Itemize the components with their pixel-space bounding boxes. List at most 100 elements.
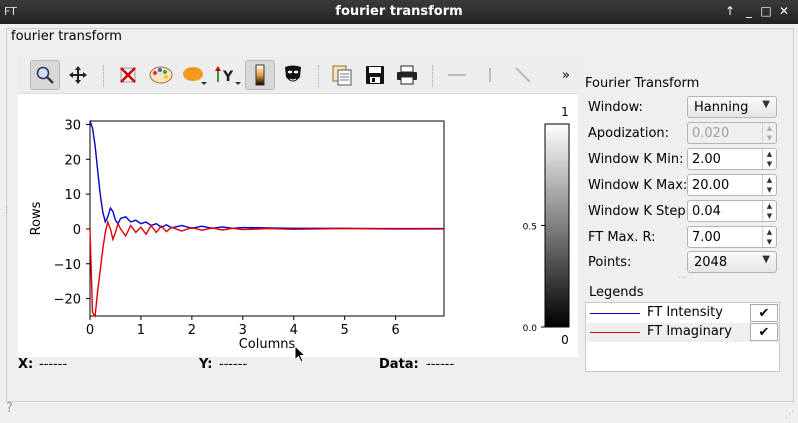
mouse-cursor-icon xyxy=(294,345,306,363)
data-value: ------ xyxy=(426,357,455,372)
points-select-value: 2048 xyxy=(694,255,728,270)
legends-title: Legends xyxy=(589,285,644,300)
window-select[interactable]: Hanning ▼ xyxy=(687,96,777,118)
ft-max-r-label: FT Max. R: xyxy=(588,230,656,245)
y-axis-label: Rows xyxy=(29,201,44,235)
ft-panel-title: Fourier Transform xyxy=(585,76,700,91)
zoom-button[interactable] xyxy=(30,60,60,90)
resize-grip-icon[interactable]: ⋰ xyxy=(785,410,794,420)
colorbar-top-label: 1 xyxy=(561,105,569,119)
x-tick-label: 5 xyxy=(341,323,349,338)
colorbar-button[interactable] xyxy=(245,60,275,90)
x-coord-label: X: xyxy=(18,357,34,372)
toolbar-overflow-button[interactable]: » xyxy=(556,60,576,90)
splitter-handle-horizontal[interactable]: ⋯ xyxy=(678,273,687,282)
legend-item-label: FT Imaginary xyxy=(647,324,732,339)
save-icon xyxy=(366,66,384,84)
copy-icon xyxy=(332,65,352,86)
x-tick-label: 1 xyxy=(137,323,145,338)
pan-icon xyxy=(69,66,87,84)
y-coord-label: Y: xyxy=(199,357,213,372)
x-tick-label: 3 xyxy=(239,323,247,338)
y-tick-label: 0 xyxy=(73,223,81,238)
group-title: fourier transform xyxy=(11,29,122,44)
ft-max-r-value: 7.00 xyxy=(692,230,721,245)
vline-icon xyxy=(489,68,491,82)
line-button[interactable] xyxy=(508,60,538,90)
window-k-step-spinbox[interactable]: 0.04 ▲ ▼ xyxy=(687,200,777,222)
y-axis-icon: Y xyxy=(215,66,241,85)
print-icon xyxy=(397,65,417,85)
toolbar-separator xyxy=(103,65,105,87)
maximize-button[interactable]: □ xyxy=(758,3,774,19)
x-tick-label: 6 xyxy=(391,323,399,338)
help-icon[interactable]: ? xyxy=(6,401,13,416)
vline-button[interactable] xyxy=(475,60,505,90)
y-tick-label: 10 xyxy=(64,188,81,203)
ft-max-r-spinbox[interactable]: 7.00 ▲ ▼ xyxy=(687,226,777,248)
window-k-min-spinbox[interactable]: 2.00 ▲ ▼ xyxy=(687,148,777,170)
legend-line-swatch xyxy=(590,313,640,314)
y-tick-label: −20 xyxy=(54,293,81,308)
y-coord-value: ------ xyxy=(219,357,248,372)
mask-icon xyxy=(285,65,301,82)
plot-area[interactable]: 0 1 2 3 4 5 6 −20 −10 0 10 20 30 Columns Rows 1 0 0.5 0.0 xyxy=(18,94,578,357)
hline-icon xyxy=(448,74,466,76)
window-title: fourier transform xyxy=(335,4,463,19)
plot-toolbar: Y » xyxy=(18,57,578,94)
clear-icon xyxy=(120,67,136,83)
ft-chart[interactable]: 0 1 2 3 4 5 6−20−100102030ColumnsRows100.50.0 xyxy=(18,94,578,357)
window-k-step-value: 0.04 xyxy=(692,204,721,219)
colorbar-tick-label: 0.5 xyxy=(523,223,537,233)
colorbar-bottom-label: 0 xyxy=(561,333,569,347)
copy-button[interactable] xyxy=(327,60,357,90)
palette-button[interactable] xyxy=(146,60,176,90)
spin-arrows-icon[interactable]: ▲ ▼ xyxy=(762,201,776,221)
x-tick-label: 2 xyxy=(188,323,196,338)
x-axis-label: Columns xyxy=(239,337,296,352)
palette-icon xyxy=(149,66,173,84)
y-tick-label: 20 xyxy=(64,153,81,168)
hline-button[interactable] xyxy=(442,60,472,90)
window-k-step-label: Window K Step: xyxy=(588,204,691,219)
legend-visibility-checkbox[interactable]: ✔ xyxy=(750,323,778,341)
window-k-min-value: 2.00 xyxy=(692,152,721,167)
splitter-handle-left[interactable]: ⋮ xyxy=(3,205,11,214)
legend-item-ft-intensity[interactable]: FT Intensity ✔ xyxy=(587,304,779,323)
legend-item-ft-imaginary[interactable]: FT Imaginary ✔ xyxy=(587,323,779,342)
toolbar-separator xyxy=(318,65,320,87)
x-tick-label: 0 xyxy=(86,323,94,338)
window-label: Window: xyxy=(588,100,643,115)
plot-frame xyxy=(89,120,445,317)
save-button[interactable] xyxy=(360,60,390,90)
window-select-value: Hanning xyxy=(694,100,749,115)
minimize-button[interactable]: _ xyxy=(741,3,757,19)
spin-arrows-icon[interactable]: ▲ ▼ xyxy=(762,123,776,143)
apodization-spinbox[interactable]: 0.020 ▲ ▼ xyxy=(687,122,777,144)
data-value-label: Data: xyxy=(379,357,419,372)
legend-visibility-checkbox[interactable]: ✔ xyxy=(750,304,778,322)
mask-button[interactable] xyxy=(278,60,308,90)
pan-button[interactable] xyxy=(63,60,93,90)
y-tick-label: −10 xyxy=(54,258,81,273)
colorbar-icon xyxy=(255,64,265,86)
colorbar xyxy=(544,123,570,328)
marker-button[interactable] xyxy=(179,60,209,90)
spin-arrows-icon[interactable]: ▲ ▼ xyxy=(762,227,776,247)
apodization-label: Apodization: xyxy=(588,126,670,141)
print-button[interactable] xyxy=(392,60,422,90)
spin-arrows-icon[interactable]: ▲ ▼ xyxy=(762,149,776,169)
window-k-max-value: 20.00 xyxy=(692,178,730,193)
title-bar: FT fourier transform ↑ _ □ ✕ xyxy=(0,0,798,24)
y-axis-button[interactable]: Y xyxy=(213,60,243,90)
apodization-value: 0.020 xyxy=(692,126,730,141)
colorbar-tick-label: 0.0 xyxy=(523,324,538,334)
close-button[interactable]: ✕ xyxy=(776,3,792,19)
clear-button[interactable] xyxy=(113,60,143,90)
points-select[interactable]: 2048 ▼ xyxy=(687,251,777,273)
window-k-max-spinbox[interactable]: 20.00 ▲ ▼ xyxy=(687,174,777,196)
spin-arrows-icon[interactable]: ▲ ▼ xyxy=(762,175,776,195)
keep-above-button[interactable]: ↑ xyxy=(722,3,738,19)
legend-line-swatch xyxy=(590,332,640,333)
chevron-down-icon: ▼ xyxy=(762,99,770,110)
